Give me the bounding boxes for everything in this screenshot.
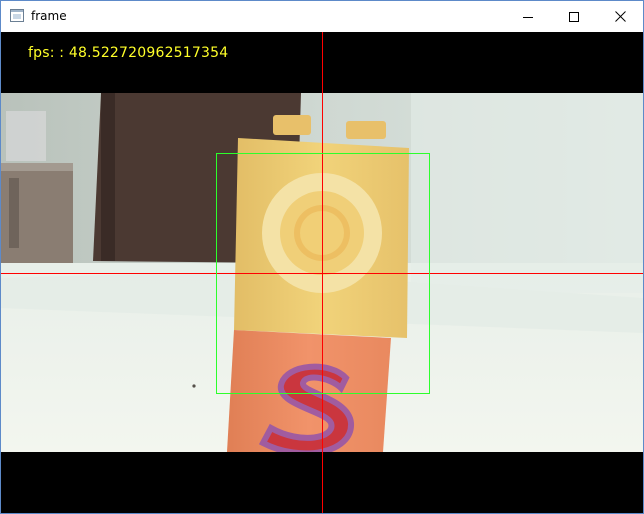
camera-frame: fps: : 48.522720962517354: [1, 32, 643, 513]
maximize-icon: [569, 11, 579, 22]
title-bar[interactable]: frame: [1, 1, 643, 32]
maximize-button[interactable]: [551, 1, 597, 32]
roi-bounding-box: [216, 153, 430, 394]
close-icon: [614, 11, 626, 22]
app-window-icon: [10, 9, 24, 22]
fps-readout: fps: : 48.522720962517354: [28, 45, 229, 61]
window-title: frame: [31, 9, 67, 23]
minimize-button[interactable]: [505, 1, 551, 32]
close-button[interactable]: [597, 1, 643, 32]
frame-window: frame fps: : 48.522720962517354: [0, 0, 644, 514]
minimize-icon: [523, 16, 533, 18]
